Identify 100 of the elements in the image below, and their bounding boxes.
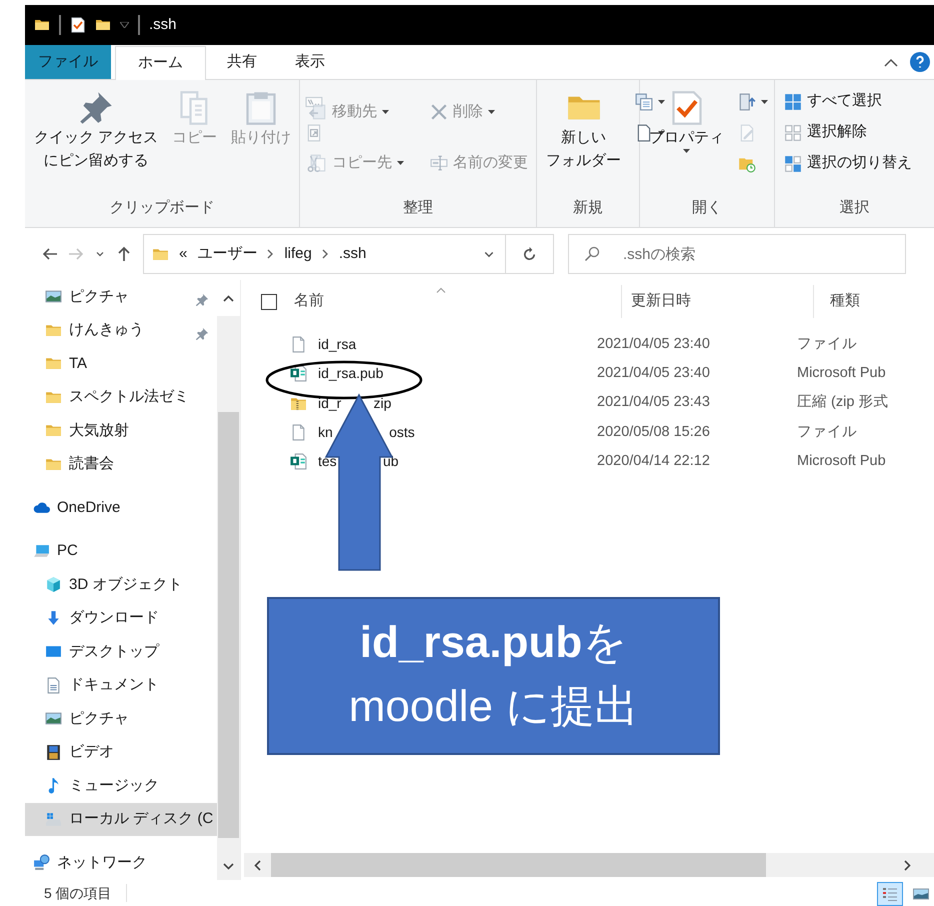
file-name[interactable]: ub <box>383 453 399 470</box>
type-cell-text: ファイル <box>796 422 857 442</box>
document-icon <box>45 676 62 694</box>
cube-icon <box>45 576 62 594</box>
refresh-button[interactable] <box>506 234 554 274</box>
scroll-down-icon <box>223 862 234 870</box>
chevron-right-icon <box>267 249 274 259</box>
image-icon <box>45 288 62 306</box>
date-cell-text: 2021/04/05 23:43 <box>596 393 711 412</box>
computer-icon <box>33 542 50 560</box>
new-item-icon <box>635 92 653 110</box>
sidebar-item[interactable]: けんきゅう <box>25 314 217 347</box>
file-name[interactable]: kn <box>318 424 333 440</box>
group-label: クリップボード <box>108 198 216 218</box>
file-name[interactable]: zip <box>374 394 392 412</box>
ribbon-tab[interactable]: 共有 <box>210 45 274 79</box>
delete-icon <box>430 102 448 121</box>
breadcrumb[interactable]: .ssh <box>338 242 366 266</box>
ribbon-button[interactable]: すべて選択 <box>781 88 915 115</box>
publisher-file-icon <box>290 365 307 382</box>
ribbon-button[interactable]: 新しい フォルダー <box>543 88 624 174</box>
file-icon <box>290 424 307 441</box>
file-menu-tab[interactable]: ファイル <box>25 45 111 79</box>
horizontal-scrollbar[interactable] <box>244 853 934 877</box>
file-name[interactable]: id_rsa.pub <box>318 365 384 382</box>
item-count: 5 個の項目 <box>44 884 112 902</box>
film-icon <box>45 744 62 761</box>
collapse-ribbon-icon <box>884 58 898 66</box>
file-name[interactable]: osts <box>389 424 415 441</box>
ribbon-button[interactable]: プロパティ <box>646 88 727 156</box>
group-label: 選択 <box>838 198 870 218</box>
copy-icon <box>309 154 327 172</box>
checklist-icon <box>70 17 86 33</box>
group-label: 整理 <box>402 198 434 218</box>
image-icon <box>45 710 62 728</box>
sidebar-item[interactable]: ドキュメント <box>25 668 217 702</box>
sidebar-item[interactable]: ピクチャ <box>25 702 217 736</box>
view-button[interactable] <box>877 882 903 906</box>
address-bar[interactable]: « ユーザー lifeg .ssh <box>143 234 506 274</box>
type-cell-text: Microsoft Pub <box>796 364 886 383</box>
sidebar-item[interactable]: ダウンロード <box>25 602 217 635</box>
sidebar-item[interactable]: ミュージック <box>25 769 217 802</box>
date-cell-text: 2021/04/05 23:40 <box>596 364 711 383</box>
select-all-icon <box>784 92 802 110</box>
select-none-icon <box>784 124 802 142</box>
sidebar-item[interactable]: ローカル ディスク (C <box>25 802 217 836</box>
select-all-checkbox[interactable] <box>261 294 277 310</box>
date-cell-text: 2020/04/14 22:12 <box>596 452 711 471</box>
type-cell-text: ファイル <box>796 334 857 354</box>
publisher-file-icon <box>290 453 307 470</box>
type-cell-text: Microsoft Pub <box>796 452 886 471</box>
ribbon-button[interactable]: 選択解除 <box>781 119 915 146</box>
sidebar-item[interactable]: 3D オブジェクト <box>25 568 217 602</box>
sidebar-item[interactable]: スペクトル法ゼミ <box>25 380 217 414</box>
search-field[interactable]: .sshの検索 <box>568 234 906 274</box>
large-icons-view-icon <box>913 886 929 902</box>
chevron-right-icon <box>322 249 329 259</box>
sidebar-item[interactable]: 大気放射 <box>25 414 217 448</box>
breadcrumb[interactable]: lifeg <box>284 242 312 266</box>
file-name[interactable]: tes <box>318 453 337 470</box>
drive-icon <box>45 810 62 828</box>
scroll-thumb[interactable] <box>218 412 239 838</box>
forward-icon <box>68 246 84 262</box>
column-header[interactable]: 名前 <box>294 285 621 318</box>
sidebar-item[interactable]: OneDrive <box>25 491 217 524</box>
folder-icon <box>95 17 111 33</box>
ribbon-button[interactable]: クイック アクセス にピン留めする <box>31 88 162 174</box>
scroll-left-icon <box>254 860 261 870</box>
search-icon <box>584 246 600 262</box>
up-icon <box>116 246 132 262</box>
pencil-icon <box>738 124 756 142</box>
sidebar-item[interactable]: ネットワーク <box>25 846 217 880</box>
scrollbar[interactable] <box>217 280 240 880</box>
group-label: 開く <box>691 198 723 218</box>
help-icon <box>910 52 930 72</box>
scroll-thumb[interactable] <box>271 853 766 877</box>
ribbon-button[interactable]: 選択の切り替え <box>781 150 915 177</box>
ribbon-tab[interactable]: ホーム <box>115 46 206 80</box>
sidebar-item[interactable]: デスクトップ <box>25 635 217 668</box>
refresh-icon <box>522 246 537 262</box>
file-name[interactable]: id_r <box>318 394 342 411</box>
column-header[interactable]: 種類 <box>813 285 934 318</box>
file-name[interactable]: id_rsa <box>318 336 356 352</box>
scroll-right-icon <box>904 860 911 870</box>
column-header[interactable]: 更新日時 <box>621 285 813 318</box>
rename-icon <box>430 154 448 172</box>
sidebar-item[interactable]: PC <box>25 534 217 568</box>
sidebar-item[interactable]: TA <box>25 347 217 380</box>
scroll-up-icon <box>223 294 234 302</box>
customize-caret-icon <box>120 22 129 28</box>
sidebar-item[interactable]: 読書会 <box>25 448 217 481</box>
sidebar-item[interactable]: ピクチャ <box>25 280 217 314</box>
move-icon <box>309 102 327 121</box>
breadcrumb[interactable]: ユーザー <box>197 242 258 266</box>
callout-box: id_rsa.pubを moodle に提出 <box>267 597 720 755</box>
sidebar-item[interactable]: ビデオ <box>25 736 217 769</box>
overflow-chevrons[interactable]: « <box>179 242 188 266</box>
ribbon-tab[interactable]: 表示 <box>278 45 342 79</box>
date-cell-text: 2020/05/08 15:26 <box>596 422 711 442</box>
back-icon <box>42 246 58 262</box>
